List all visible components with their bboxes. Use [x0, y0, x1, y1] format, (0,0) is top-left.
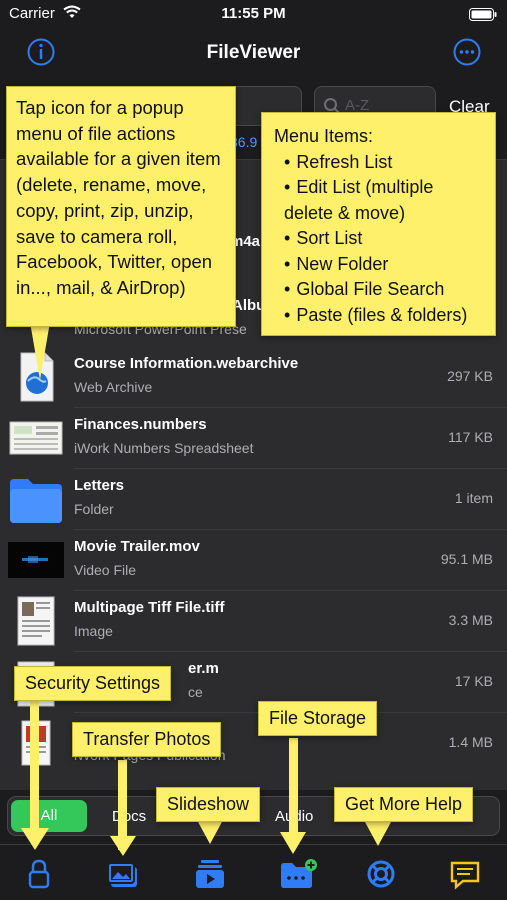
- lock-icon[interactable]: [22, 857, 56, 891]
- menu-item-refresh: Refresh List: [274, 150, 483, 176]
- help-pointer-arrow: [365, 822, 391, 846]
- file-type: ce: [188, 684, 203, 700]
- menu-item-edit: Edit List (multiple delete & move): [274, 175, 483, 226]
- file-actions-callout: Tap icon for a popup menu of file action…: [6, 86, 236, 327]
- feedback-chat-icon[interactable]: [448, 857, 482, 891]
- status-bar: Carrier 11:55 PM: [0, 0, 507, 30]
- slideshow-callout: Slideshow: [156, 787, 261, 822]
- slideshow-pointer-arrow: [197, 820, 223, 844]
- security-settings-callout: Security Settings: [14, 666, 172, 701]
- file-type: Folder: [74, 501, 114, 517]
- tiff-icon[interactable]: [8, 595, 64, 647]
- file-name: Finances.numbers: [74, 416, 207, 433]
- menu-item-paste: Paste (files & folders): [274, 303, 483, 329]
- photos-icon[interactable]: [106, 857, 140, 891]
- file-name: Course Information.webarchive: [74, 355, 299, 372]
- menu-item-global-search: Global File Search: [274, 277, 483, 303]
- folder-icon[interactable]: [8, 473, 64, 525]
- storage-pointer: [289, 738, 298, 838]
- navigation-bar: FileViewer: [0, 30, 507, 76]
- file-type: Video File: [74, 562, 137, 578]
- list-item[interactable]: Finances.numbers iWork Numbers Spreadshe…: [0, 407, 507, 468]
- actions-pointer-arrow: [30, 322, 50, 380]
- bottom-tab-bar: [0, 844, 507, 900]
- more-options-icon[interactable]: [452, 37, 482, 67]
- battery-icon: [469, 8, 497, 26]
- file-type: Web Archive: [74, 379, 153, 395]
- menu-callout-title: Menu Items:: [274, 126, 374, 146]
- file-name: Movie Trailer.mov: [74, 538, 200, 555]
- menu-items-callout: Menu Items: Refresh List Edit List (mult…: [261, 112, 496, 336]
- file-size: 297 KB: [447, 368, 493, 384]
- file-size: 1 item: [454, 490, 493, 506]
- get-more-help-callout: Get More Help: [334, 787, 474, 822]
- security-pointer: [30, 700, 39, 840]
- transfer-photos-callout: Transfer Photos: [72, 722, 222, 757]
- file-name: Multipage Tiff File.tiff: [74, 599, 225, 616]
- file-type: Image: [74, 623, 113, 639]
- slideshow-icon[interactable]: [193, 857, 227, 891]
- transfer-pointer-arrow: [110, 836, 136, 856]
- clock-time: 11:55 PM: [221, 5, 286, 22]
- storage-pointer-arrow: [280, 832, 306, 854]
- app-title: FileViewer: [206, 42, 301, 63]
- help-lifebuoy-icon[interactable]: [364, 857, 398, 891]
- file-size: 95.1 MB: [440, 551, 493, 567]
- menu-item-new-folder: New Folder: [274, 252, 483, 278]
- file-storage-icon[interactable]: [279, 857, 317, 891]
- file-size: 17 KB: [454, 673, 493, 689]
- file-storage-callout: File Storage: [258, 701, 378, 736]
- menu-item-sort: Sort List: [274, 226, 483, 252]
- list-item[interactable]: Letters Folder 1 item: [0, 468, 507, 529]
- list-item[interactable]: Multipage Tiff File.tiff Image 3.3 MB: [0, 590, 507, 651]
- file-size: 3.3 MB: [448, 612, 493, 628]
- file-size: 1.4 MB: [448, 734, 493, 750]
- file-name: er.m: [188, 660, 219, 677]
- video-icon[interactable]: [8, 534, 66, 586]
- list-item[interactable]: Movie Trailer.mov Video File 95.1 MB: [0, 529, 507, 590]
- list-item[interactable]: Course Information.webarchive Web Archiv…: [0, 346, 507, 407]
- file-type: iWork Numbers Spreadsheet: [74, 440, 254, 456]
- file-name: Letters: [74, 477, 125, 494]
- security-pointer-arrow: [21, 828, 49, 850]
- spreadsheet-icon[interactable]: [8, 412, 64, 464]
- file-size: 117 KB: [448, 429, 493, 445]
